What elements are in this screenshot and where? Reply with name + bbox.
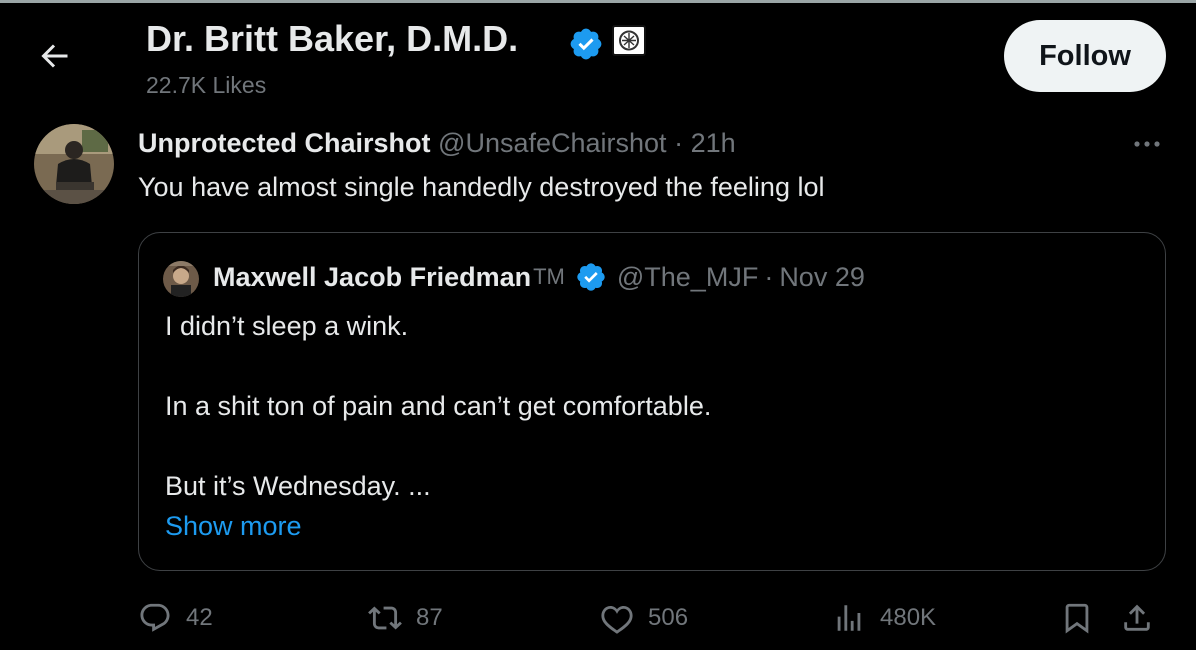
- reply-button[interactable]: 42: [138, 596, 213, 640]
- window-top-edge: [0, 0, 1196, 3]
- quote-author-handle[interactable]: @The_MJF: [617, 262, 758, 293]
- repost-count: 87: [416, 604, 443, 631]
- quote-separator: ·: [764, 261, 774, 292]
- reply-icon: [140, 603, 170, 632]
- more-horizontal-icon: [1134, 141, 1160, 147]
- quote-text-line: I didn’t sleep a wink.: [165, 311, 409, 341]
- analytics-icon: [837, 605, 861, 631]
- tweet-author-row: Unprotected Chairshot @UnsafeChairshot ·…: [138, 128, 736, 159]
- like-count: 506: [648, 604, 689, 631]
- quote-author-row: Maxwell Jacob Friedman TM @The_MJF · Nov…: [213, 261, 865, 293]
- bookmark-button[interactable]: [1060, 596, 1094, 640]
- repost-button[interactable]: 87: [368, 596, 443, 640]
- tweet-separator: ·: [674, 128, 684, 158]
- tweet-author-handle[interactable]: @UnsafeChairshot: [438, 128, 667, 158]
- profile-name: Dr. Britt Baker, D.M.D.: [146, 18, 519, 59]
- back-button[interactable]: [36, 38, 72, 74]
- quote-text-line: In a shit ton of pain and can’t get comf…: [165, 391, 712, 421]
- tweet-time[interactable]: 21h: [691, 128, 736, 158]
- quote-date[interactable]: Nov 29: [779, 262, 865, 293]
- quote-avatar[interactable]: [163, 261, 199, 297]
- affiliation-badge-icon[interactable]: [612, 25, 646, 56]
- verified-badge-icon: [568, 26, 604, 62]
- like-button[interactable]: 506: [600, 596, 688, 640]
- quote-tweet-card[interactable]: Maxwell Jacob Friedman TM @The_MJF · Nov…: [138, 232, 1166, 571]
- more-options-button[interactable]: [1130, 134, 1164, 154]
- show-more-link[interactable]: Show more: [165, 511, 302, 542]
- repost-icon: [368, 606, 402, 630]
- views-count: 480K: [880, 604, 937, 631]
- reply-count: 42: [186, 604, 213, 631]
- share-icon: [1124, 604, 1150, 631]
- profile-likes-count: 22.7K Likes: [146, 72, 267, 98]
- heart-icon: [601, 605, 633, 634]
- arrow-left-icon: [41, 44, 68, 68]
- tweet-author-name[interactable]: Unprotected Chairshot: [138, 128, 431, 158]
- share-button[interactable]: [1120, 596, 1154, 640]
- views-button[interactable]: 480K: [832, 596, 936, 640]
- quote-author-name[interactable]: Maxwell Jacob Friedman: [213, 262, 531, 293]
- tweet-actions-bar: 42 87 506 480K: [0, 596, 1196, 640]
- verified-badge-icon: [577, 263, 605, 291]
- quote-text-line: But it’s Wednesday. ...: [165, 471, 431, 501]
- tweet-text: You have almost single handedly destroye…: [138, 172, 825, 202]
- quote-author-tm: TM: [533, 264, 565, 289]
- follow-button[interactable]: Follow: [1004, 20, 1166, 92]
- bookmark-icon: [1065, 603, 1089, 634]
- avatar[interactable]: [34, 124, 114, 204]
